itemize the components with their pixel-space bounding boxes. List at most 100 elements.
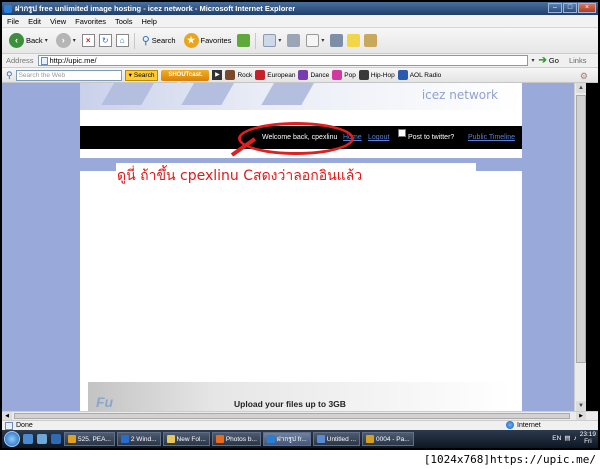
favorites-button[interactable]: ★ Favorites [182, 31, 234, 51]
forward-button[interactable]: › ▾ [54, 31, 78, 51]
horizontal-scroll-thumb[interactable] [14, 413, 570, 419]
discuss-icon[interactable] [330, 34, 344, 47]
horizontal-scrollbar[interactable]: ◀ ▶ [2, 411, 598, 420]
clock-time: 23:19 [579, 431, 596, 438]
genre-dance[interactable]: Dance [298, 70, 329, 80]
menu-view[interactable]: View [50, 17, 66, 26]
address-input[interactable]: http://upic.me/ [37, 55, 528, 66]
links-button[interactable]: Links [569, 56, 587, 65]
task-label: 0004 - Pa... [376, 435, 410, 443]
quicklaunch-desktop-icon[interactable] [37, 434, 47, 444]
menu-edit[interactable]: Edit [28, 17, 41, 26]
toolbar-separator [133, 32, 135, 49]
task-label: ฝากรูป fr... [276, 436, 307, 443]
genre-label: European [267, 71, 296, 79]
status-bar: Done Internet [2, 420, 598, 430]
minimize-button[interactable]: – [548, 3, 562, 13]
rock-icon [225, 70, 236, 80]
genre-european[interactable]: European [255, 70, 295, 80]
radio-logo[interactable]: SHOUTcast. Radio [161, 69, 210, 89]
banner-tile [261, 83, 319, 105]
clock[interactable]: 23:19 Fri [580, 431, 596, 445]
print-icon[interactable] [287, 34, 301, 47]
vertical-scroll-thumb[interactable] [576, 95, 586, 363]
taskbar-item[interactable]: 0004 - Pa... [362, 432, 414, 446]
back-button[interactable]: ‹ Back ▾ [7, 31, 50, 51]
task-label: New Fol... [176, 435, 206, 443]
taskbar-item[interactable]: Photos b... [211, 432, 261, 446]
genre-hiphop[interactable]: Hip-Hop [358, 70, 395, 80]
menu-file[interactable]: File [7, 17, 19, 26]
search-icon: ⚲ [141, 35, 150, 47]
back-dropdown-icon[interactable]: ▾ [45, 37, 48, 44]
edit-button[interactable]: ▾ [304, 31, 326, 51]
search-toolbar: ⚲ Search the Web ▾ Search SHOUTcast. Rad… [2, 68, 598, 89]
site-brand[interactable]: icez network [422, 88, 498, 102]
favorites-label: Favorites [200, 36, 232, 45]
scroll-right-icon[interactable]: ▶ [576, 412, 586, 420]
toolbar-search-icon: ⚲ [6, 69, 13, 80]
scroll-down-icon[interactable]: ▼ [576, 401, 586, 411]
taskbar-item[interactable]: New Fol... [162, 432, 210, 446]
web-search-button[interactable]: ▾ Search [124, 69, 159, 81]
quicklaunch-switch-icon[interactable] [51, 434, 61, 444]
task-folder-icon [166, 435, 175, 443]
task-folder-icon [68, 435, 76, 443]
tray-volume-icon[interactable]: ♪ [573, 435, 576, 442]
address-label: Address [6, 56, 34, 65]
research-icon[interactable] [364, 34, 378, 47]
stop-icon[interactable]: × [81, 34, 95, 47]
taskbar-item[interactable]: 525. PEA... [64, 432, 115, 446]
tray-network-icon[interactable]: ▤ [564, 434, 570, 442]
system-tray: EN ▤ ♪ 23:19 Fri [552, 431, 596, 445]
security-zone[interactable]: Internet [506, 421, 541, 429]
logout-link[interactable]: Logout [368, 134, 389, 141]
status-text: Done [16, 422, 33, 429]
window-titlebar: ฝากรูป free unlimited image hosting - ic… [2, 2, 598, 15]
menu-tools[interactable]: Tools [115, 17, 133, 26]
public-timeline-link[interactable]: Public Timeline [468, 134, 515, 141]
go-button[interactable]: ➔ Go [539, 55, 559, 66]
close-button[interactable]: × [578, 3, 596, 13]
genre-pop[interactable]: Pop [332, 70, 356, 80]
quicklaunch-ie-icon[interactable] [23, 434, 33, 444]
mail-dropdown-icon[interactable]: ▾ [278, 37, 281, 44]
menu-help[interactable]: Help [142, 17, 157, 26]
forward-dropdown-icon[interactable]: ▾ [73, 37, 76, 44]
start-button[interactable] [4, 431, 20, 447]
genre-rock[interactable]: Rock [225, 70, 252, 80]
vertical-scrollbar[interactable]: ▲ ▼ [574, 83, 586, 411]
taskbar-item[interactable]: 2 Wind... [116, 432, 161, 446]
web-search-label: Search [133, 71, 155, 79]
page-viewport: icez network Welcome back, cpexlinu Home… [2, 83, 586, 411]
menu-bar: File Edit View Favorites Tools Help [2, 15, 598, 28]
taskbar-item-active[interactable]: ฝากรูป fr... [262, 432, 311, 446]
task-label: Untitled ... [326, 435, 357, 443]
edit-dropdown-icon[interactable]: ▾ [321, 37, 324, 44]
history-icon[interactable] [237, 34, 251, 47]
folder-icon[interactable] [347, 34, 361, 47]
taskbar-item[interactable]: Untitled ... [312, 432, 361, 446]
play-icon[interactable]: ▶ [212, 70, 223, 80]
genre-label: Dance [310, 71, 330, 79]
post-twitter-checkbox[interactable] [398, 129, 406, 137]
address-dropdown-icon[interactable]: ▾ [532, 57, 535, 64]
banner-tile [101, 83, 159, 105]
refresh-icon[interactable]: ↻ [98, 34, 112, 47]
upload-logo: Fu [96, 394, 114, 410]
home-icon[interactable]: ⌂ [115, 34, 129, 47]
web-search-dropdown-icon: ▾ [128, 71, 132, 79]
search-button[interactable]: ⚲ Search [140, 31, 178, 51]
mail-button[interactable]: ▾ [261, 31, 283, 51]
web-search-input[interactable]: Search the Web [15, 69, 122, 81]
toolbar-settings-icon[interactable]: ⚙ [580, 71, 588, 82]
zone-label: Internet [517, 421, 541, 429]
genre-aol-radio[interactable]: AOL Radio [397, 70, 441, 80]
maximize-button[interactable]: □ [563, 3, 577, 13]
screenshot-caption: [1024x768]https://upic.me/ [0, 450, 600, 469]
language-indicator[interactable]: EN [552, 435, 561, 442]
mail-icon [263, 34, 277, 47]
scroll-up-icon[interactable]: ▲ [576, 83, 586, 93]
menu-favorites[interactable]: Favorites [75, 17, 106, 26]
scroll-left-icon[interactable]: ◀ [2, 412, 12, 420]
